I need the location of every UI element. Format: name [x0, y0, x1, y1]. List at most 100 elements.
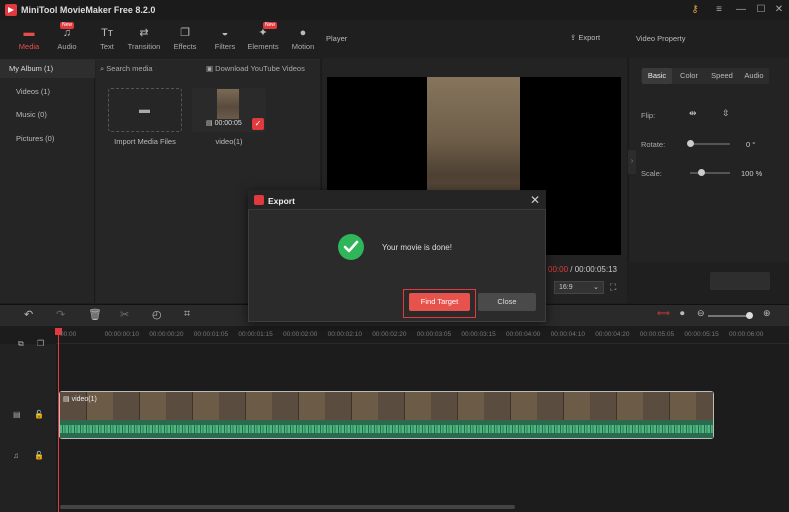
tab-motion[interactable]: ● Motion [288, 20, 318, 60]
download-icon: ▣ [206, 64, 216, 73]
tick-label: 00:00:05:15 [684, 331, 719, 338]
tab-text[interactable]: Tт Text [92, 20, 122, 60]
film-icon: ▤ [63, 396, 72, 403]
flip-horizontal-icon[interactable]: ⇹ [689, 108, 697, 119]
scale-value[interactable]: 100 % [741, 169, 762, 178]
timeline-scrollbar[interactable] [60, 505, 515, 509]
sidebar-item-my-album[interactable]: My Album (1) [0, 60, 95, 78]
sidebar-item-music[interactable]: Music (0) [0, 106, 95, 124]
undo-icon[interactable]: ↶ [24, 308, 33, 321]
snap-icon[interactable]: ⟺ [657, 308, 670, 319]
search-media[interactable]: ⌕ Search media [100, 62, 195, 76]
export-dialog-title: Export [268, 196, 295, 206]
tick-label: 00:00:04:10 [550, 331, 585, 338]
clip-label: ▤ video(1) [63, 396, 97, 403]
scale-label: Scale: [641, 169, 662, 178]
tick-label: 00:00:05:05 [639, 331, 675, 338]
sidebar-item-pictures[interactable]: Pictures (0) [0, 130, 95, 148]
film-icon: ▤ [206, 120, 215, 127]
app-title: MiniTool MovieMaker Free 8.2.0 [21, 5, 156, 15]
tab-audio[interactable]: New ♫ Audio [52, 20, 82, 60]
tick-label: 00:00:00:20 [149, 331, 184, 338]
folder-icon: ▬ [23, 27, 35, 39]
new-badge: New [60, 22, 75, 29]
collapse-panel-icon[interactable]: › [628, 150, 636, 174]
zoom-slider-knob[interactable] [746, 312, 753, 319]
flip-label: Flip: [641, 111, 656, 120]
thumbnail-image [217, 89, 239, 119]
close-icon[interactable]: ✕ [529, 193, 541, 207]
text-icon: Tт [101, 27, 113, 39]
rotate-slider[interactable] [690, 143, 730, 145]
fullscreen-icon[interactable]: ⛶ [610, 282, 616, 293]
tick-label: 00:00:00:10 [104, 331, 139, 338]
zoom-in-icon[interactable]: ⊕ [763, 308, 771, 319]
scale-slider[interactable] [690, 172, 730, 174]
music-track-icon: ♫ [13, 451, 19, 460]
app-window: MiniTool MovieMaker Free 8.2.0 ⚷ ≡ — ☐ ✕… [0, 0, 789, 512]
rotate-slider-knob[interactable] [687, 140, 694, 147]
export-button[interactable]: ⇪ Export [570, 33, 600, 42]
tab-elements[interactable]: New ✦ Elements [244, 20, 282, 60]
tick-label: 00:00:04:00 [506, 331, 541, 338]
crop-icon[interactable]: ⌗ [184, 308, 190, 321]
download-youtube-button[interactable]: ▣ Download YouTube Videos [206, 62, 316, 76]
tick-label: 00:00:03:15 [461, 331, 496, 338]
lock-icon[interactable]: 🔓 [34, 451, 44, 460]
library-tabs: ▬ Media New ♫ Audio Tт Text ⇄ Transition… [0, 20, 320, 60]
minimize-icon[interactable]: — [734, 3, 748, 17]
video-track-icon: ▤ [13, 410, 21, 419]
tab-color[interactable]: Color [674, 68, 704, 84]
speed-icon[interactable]: ◴ [152, 308, 162, 321]
close-button[interactable]: Close [478, 293, 536, 311]
tab-transition[interactable]: ⇄ Transition [124, 20, 164, 60]
effects-icon: ❐ [180, 27, 190, 39]
scale-slider-knob[interactable] [698, 169, 705, 176]
tick-label: 00:00 [60, 331, 77, 338]
property-panel [628, 20, 789, 303]
property-label: Video Property [636, 34, 686, 43]
property-reset-button[interactable] [710, 272, 770, 290]
tab-audio-prop[interactable]: Audio [739, 68, 769, 84]
rotate-value[interactable]: 0 ° [746, 140, 755, 149]
tick-label: 00:00:04:20 [595, 331, 630, 338]
tick-label: 00:00:01:05 [193, 331, 229, 338]
close-window-icon[interactable]: ✕ [772, 3, 786, 17]
copy-track-icon[interactable]: ❐ [37, 339, 44, 348]
clip-frames [60, 392, 713, 420]
audio-mix-icon[interactable]: ⏺ [680, 308, 685, 319]
tab-effects[interactable]: ❐ Effects [170, 20, 200, 60]
menu-icon[interactable]: ≡ [712, 3, 726, 17]
aspect-ratio-select[interactable]: 16:9 ⌄ [554, 281, 604, 294]
tab-speed[interactable]: Speed [706, 68, 738, 84]
app-logo-icon [254, 195, 264, 205]
zoom-out-icon[interactable]: ⊖ [697, 308, 705, 319]
tick-label: 00:00:02:00 [283, 331, 318, 338]
split-icon[interactable]: ✂ [120, 308, 129, 321]
key-icon[interactable]: ⚷ [688, 3, 702, 17]
delete-icon[interactable]: 🗑 [88, 308, 102, 321]
sidebar-item-videos[interactable]: Videos (1) [0, 83, 95, 101]
import-media-label: Import Media Files [114, 137, 176, 146]
title-bar: MiniTool MovieMaker Free 8.2.0 ⚷ ≡ — ☐ ✕ [0, 0, 789, 20]
add-track-icon[interactable]: ⧉ [18, 339, 24, 349]
playhead[interactable] [58, 330, 59, 512]
import-media-button[interactable]: ▬ [108, 88, 182, 132]
elements-icon: ✦ [258, 27, 268, 39]
tick-label: 00:00:02:10 [327, 331, 362, 338]
flip-vertical-icon[interactable]: ⇳ [722, 108, 730, 119]
find-target-button[interactable]: Find Target [409, 293, 470, 311]
tab-media[interactable]: ▬ Media [14, 20, 44, 60]
thumbnail-duration: ▤ 00:00:05 [206, 120, 242, 127]
added-check-icon[interactable]: ✓ [252, 118, 264, 130]
transition-icon: ⇄ [139, 27, 149, 39]
track-headers [0, 344, 56, 512]
redo-icon[interactable]: ↷ [56, 308, 65, 321]
tab-basic[interactable]: Basic [642, 68, 672, 84]
success-check-icon [338, 234, 364, 260]
maximize-icon[interactable]: ☐ [754, 3, 768, 17]
lock-icon[interactable]: 🔓 [34, 410, 44, 419]
tab-filters[interactable]: ◒ Filters [210, 20, 240, 60]
player-label: Player [326, 34, 348, 43]
new-badge: New [263, 22, 278, 29]
